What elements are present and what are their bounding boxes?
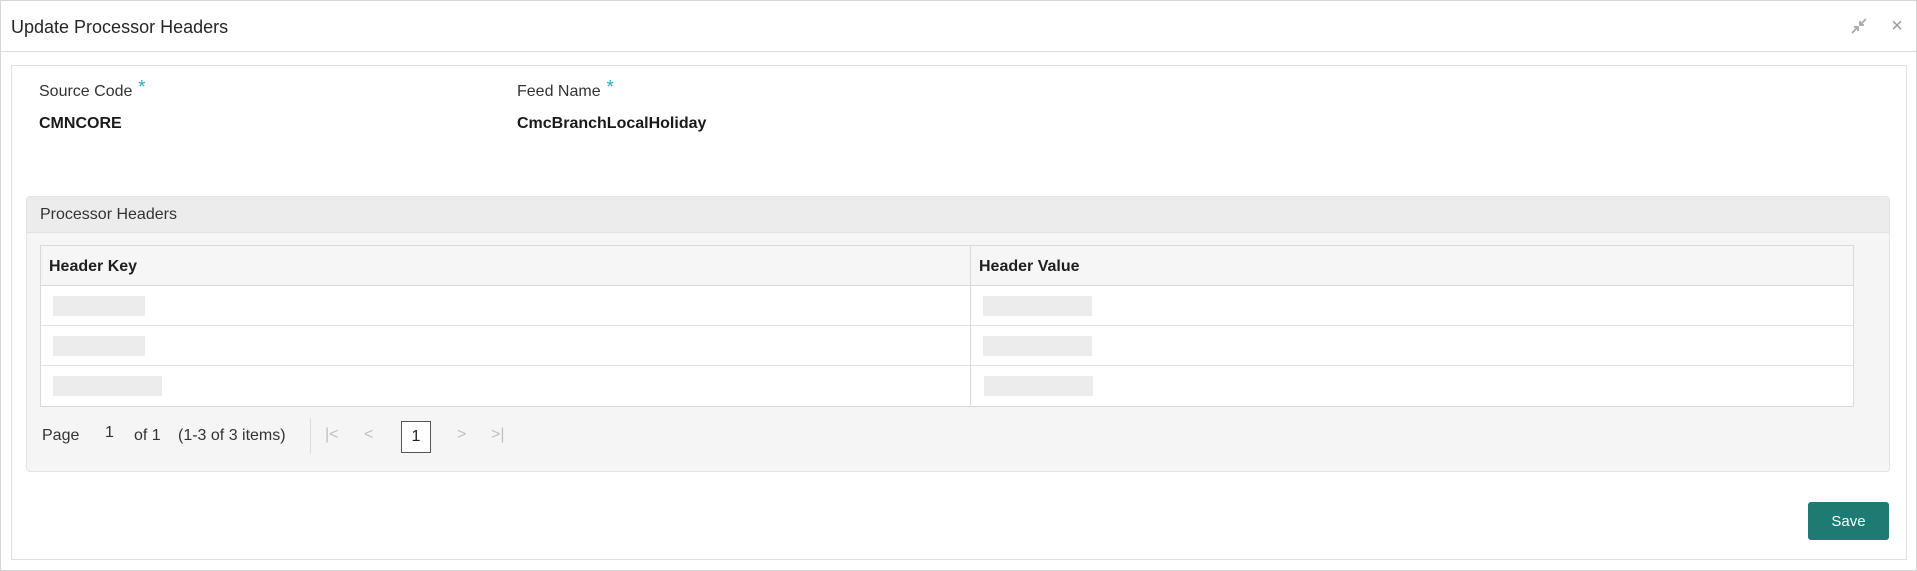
processor-headers-panel: Processor Headers Header Key Header Valu… (26, 196, 1890, 472)
feed-name-field: Feed Name * CmcBranchLocalHoliday (517, 77, 707, 133)
page-label: Page (42, 427, 80, 444)
source-code-value: CMNCORE (39, 115, 122, 132)
last-page-icon[interactable]: >| (491, 426, 505, 444)
headers-table: Header Key Header Value (40, 245, 1854, 407)
placeholder-cell (983, 296, 1092, 316)
current-page-button[interactable]: 1 (401, 421, 431, 453)
placeholder-cell (53, 336, 145, 356)
form-container: Source Code * CMNCORE Feed Name * CmcBranc… (11, 65, 1907, 560)
table-row[interactable] (41, 286, 1853, 326)
prev-page-icon[interactable]: < (364, 426, 373, 444)
column-header-key[interactable]: Header Key (49, 258, 137, 276)
placeholder-cell (53, 376, 162, 396)
collapse-arrows-icon[interactable] (1848, 15, 1870, 37)
page-number-input[interactable]: 1 (105, 424, 114, 442)
placeholder-cell (53, 296, 145, 316)
update-processor-headers-window: Update Processor Headers × Source Code * … (0, 0, 1917, 571)
source-code-label: Source Code (39, 83, 133, 100)
table-row[interactable] (41, 326, 1853, 366)
placeholder-cell (983, 336, 1092, 356)
table-row[interactable] (41, 366, 1853, 406)
panel-title: Processor Headers (40, 206, 177, 223)
pager-divider (310, 418, 311, 454)
feed-name-value: CmcBranchLocalHoliday (517, 115, 707, 132)
next-page-icon[interactable]: > (457, 426, 466, 444)
column-divider (970, 246, 971, 406)
required-mark: * (606, 77, 614, 97)
table-header: Header Key Header Value (41, 246, 1853, 286)
page-count-label: of 1 (134, 427, 161, 444)
source-code-field: Source Code * CMNCORE (39, 77, 146, 133)
window-title: Update Processor Headers (11, 17, 229, 37)
save-button[interactable]: Save (1808, 502, 1889, 540)
panel-header: Processor Headers (27, 197, 1889, 233)
title-bar: Update Processor Headers × (1, 1, 1916, 52)
items-count-label: (1-3 of 3 items) (178, 427, 286, 444)
pagination: Page 1 of 1 (1-3 of 3 items) |< < 1 > >| (42, 418, 642, 454)
feed-name-label: Feed Name (517, 83, 601, 100)
column-header-value[interactable]: Header Value (979, 258, 1080, 276)
required-mark: * (138, 77, 146, 97)
placeholder-cell (984, 376, 1093, 396)
first-page-icon[interactable]: |< (325, 426, 339, 444)
close-icon[interactable]: × (1886, 15, 1908, 37)
